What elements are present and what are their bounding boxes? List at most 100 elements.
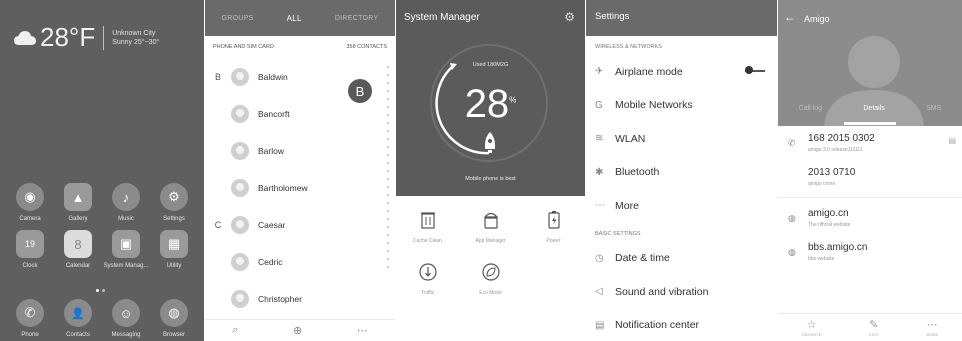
settings-item-label: Date & time — [615, 252, 670, 265]
more-icon[interactable]: ⋯ — [357, 324, 368, 337]
more-icon: ⋯ — [595, 200, 605, 212]
edit-icon: ✎ — [869, 319, 879, 331]
edit-button[interactable]: ✎ EDIT — [869, 318, 878, 337]
contacts-tab-bar: GROUPS ALL DIRECTORY — [205, 0, 395, 36]
settings-item-more[interactable]: ⋯ More — [586, 189, 777, 223]
contact-details-list: ✆ 168 2015 0302 amigo 3.0 release111111 … — [778, 126, 962, 269]
home-screen-panel: 28°F Unknown City Sunny 25°~30° ◉ Camera … — [0, 0, 204, 341]
dock-phone[interactable]: ✆ Phone — [6, 299, 54, 338]
phone-icon: ✆ — [788, 138, 796, 148]
contact-row[interactable]: C Caesar — [205, 206, 395, 243]
app-label: Phone — [21, 332, 39, 338]
index-dot — [387, 122, 389, 124]
app-label: Camera — [19, 216, 41, 222]
settings-item-notification-center[interactable]: ▤ Notification center — [586, 309, 777, 341]
utility-icon: ▦ — [160, 230, 188, 258]
app-gallery[interactable]: ▲ Gallery — [54, 183, 102, 222]
index-dot — [387, 178, 389, 180]
dock-messaging[interactable]: ☺ Messaging — [102, 299, 150, 338]
message-icon[interactable]: ▤ — [948, 136, 956, 145]
add-contact-icon[interactable]: ⊕ — [293, 324, 302, 337]
weather-widget[interactable]: 28°F Unknown City Sunny 25°~30° — [14, 22, 159, 53]
score-value: 28 — [464, 82, 510, 126]
settings-title-bar: Settings — [586, 0, 777, 36]
tab-details[interactable]: Details — [863, 105, 884, 112]
app-music[interactable]: ♪ Music — [102, 183, 150, 222]
globe-icon: ◍ — [788, 247, 796, 257]
optimize-score[interactable]: 28% — [396, 82, 585, 127]
settings-item-airplane-mode[interactable]: ✈ Airplane mode — [586, 55, 777, 89]
app-clock[interactable]: 19 Clock — [6, 230, 54, 269]
settings-item-mobile-networks[interactable]: G Mobile Networks — [586, 89, 777, 123]
index-dot — [387, 98, 389, 100]
favorite-button[interactable]: ☆ FAVORITE — [802, 318, 821, 337]
app-utility[interactable]: ▦ Utility — [150, 230, 198, 269]
traffic-icon — [418, 262, 438, 282]
app-label: Calendar — [65, 263, 91, 269]
index-dot — [387, 186, 389, 188]
tool-cache-clean[interactable]: Cache Clean — [396, 210, 459, 244]
tab-all[interactable]: ALL — [287, 14, 302, 23]
clock-icon: 19 — [16, 230, 44, 258]
settings-item-date-time[interactable]: ◷ Date & time — [586, 242, 777, 276]
app-system-manager[interactable]: ▣ System Manag... — [102, 230, 150, 269]
detail-item-website[interactable]: ◍ amigo.cn The official website — [778, 201, 962, 235]
detail-main: 2013 0710 — [808, 167, 856, 178]
contact-detail-header: ← Amigo Call log Details SMS — [778, 0, 962, 126]
clock-icon: ◷ — [595, 252, 604, 264]
weather-condition: Sunny 25°~30° — [112, 38, 160, 46]
settings-item-wlan[interactable]: ≋ WLAN — [586, 122, 777, 156]
contact-detail-panel: ← Amigo Call log Details SMS ✆ 168 2015 … — [778, 0, 962, 341]
contact-row[interactable]: Cedric — [205, 243, 395, 280]
settings-item-label: Sound and vibration — [615, 285, 709, 298]
detail-item-phone[interactable]: ✆ 168 2015 0302 amigo 3.0 release111111 … — [778, 126, 962, 160]
tool-traffic[interactable]: Traffic — [396, 262, 459, 296]
detail-item-date[interactable]: 2013 0710 amigo come — [778, 160, 962, 194]
contact-row[interactable]: Bartholomew — [205, 169, 395, 206]
tool-app-manager[interactable]: App Manager — [459, 210, 522, 244]
section-header-wireless: WIRELESS & NETWORKS — [595, 44, 662, 50]
tab-sms[interactable]: SMS — [926, 105, 941, 112]
index-dot — [387, 82, 389, 84]
alphabet-index-scrollbar[interactable] — [387, 66, 389, 268]
dock-contacts[interactable]: 👤 Contacts — [54, 299, 102, 338]
app-settings[interactable]: ⚙ Settings — [150, 183, 198, 222]
back-arrow-icon[interactable]: ← — [784, 10, 796, 24]
app-label: Contacts — [66, 332, 90, 338]
index-dot — [387, 210, 389, 212]
settings-item-sound[interactable]: ◁ Sound and vibration — [586, 275, 777, 309]
settings-item-label: More — [615, 199, 639, 212]
app-camera[interactable]: ◉ Camera — [6, 183, 54, 222]
index-dot — [387, 242, 389, 244]
avatar — [231, 289, 249, 308]
dock: ✆ Phone 👤 Contacts ☺ Messaging ◍ Browser — [6, 299, 198, 338]
airplane-icon: ✈ — [595, 66, 604, 78]
system-manager-panel: System Manager ⚙ Used 180M2G 28% Mobile … — [396, 0, 585, 341]
gear-icon[interactable]: ⚙ — [564, 10, 575, 24]
sound-icon: ◁ — [595, 286, 603, 298]
tool-eco-mode[interactable]: Eco Mode — [459, 262, 522, 296]
detail-item-bbs[interactable]: ◍ bbs.amigo.cn bbs website — [778, 235, 962, 269]
cloud-icon — [14, 30, 36, 45]
index-dot — [387, 66, 389, 68]
more-button[interactable]: ⋯ MORE — [926, 318, 938, 337]
tab-directory[interactable]: DIRECTORY — [335, 15, 379, 22]
detail-sub: The official website — [808, 222, 851, 228]
tab-groups[interactable]: GROUPS — [222, 15, 254, 22]
weather-city: Unknown City — [112, 29, 156, 37]
search-icon[interactable]: ⌕ — [232, 324, 238, 337]
score-unit: % — [509, 95, 517, 105]
app-calendar[interactable]: 8 Calendar — [54, 230, 102, 269]
airplane-mode-toggle[interactable] — [745, 66, 765, 74]
tool-power[interactable]: Power — [522, 210, 585, 244]
contact-row[interactable]: Barlow — [205, 132, 395, 169]
index-dot — [387, 202, 389, 204]
status-note: Mobile phone is best — [465, 176, 516, 182]
contact-name: Christopher — [258, 293, 302, 304]
leaf-icon — [481, 262, 501, 282]
contact-row[interactable]: Christopher — [205, 280, 395, 317]
tab-call-log[interactable]: Call log — [799, 105, 822, 112]
settings-item-bluetooth[interactable]: ✱ Bluetooth — [586, 156, 777, 190]
dock-browser[interactable]: ◍ Browser — [150, 299, 198, 338]
contact-name: Baldwin — [258, 71, 288, 82]
